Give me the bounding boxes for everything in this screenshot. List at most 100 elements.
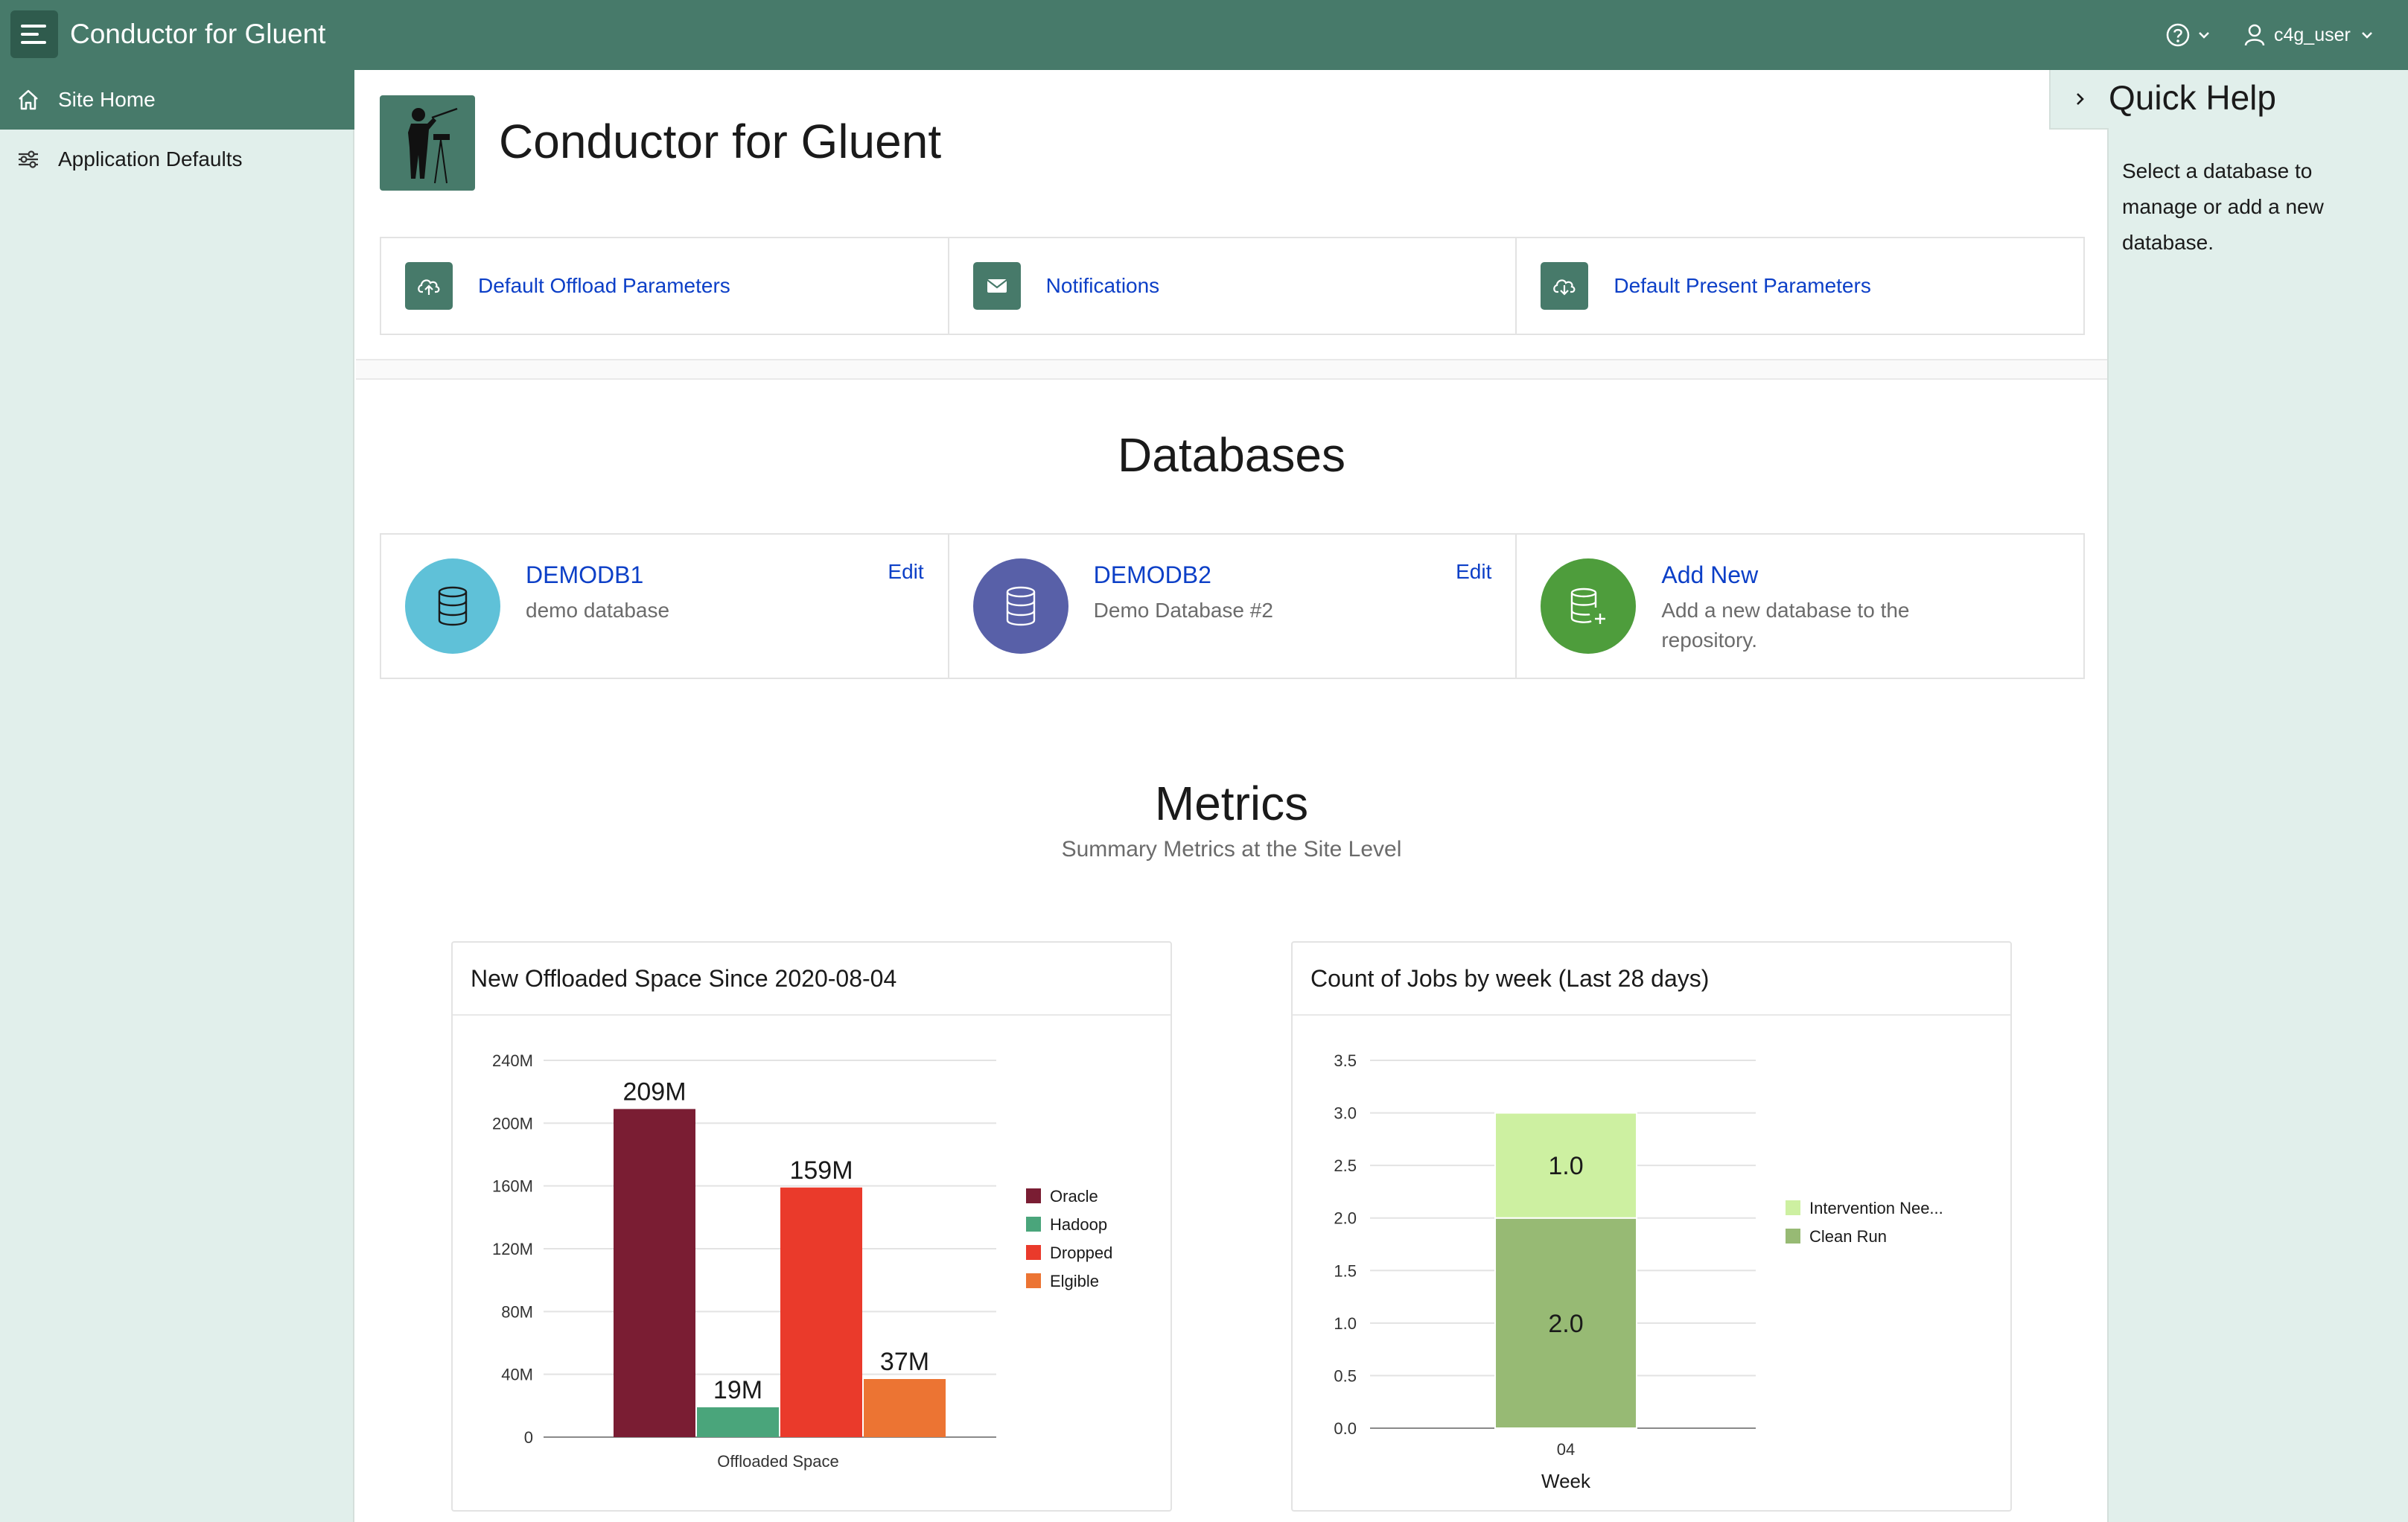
collapse-quick-help-button[interactable]	[2049, 70, 2109, 130]
mail-icon	[972, 262, 1021, 310]
edit-database-link[interactable]: Edit	[1456, 560, 1491, 584]
sidebar-item-label: Site Home	[58, 88, 156, 111]
add-new-database-link[interactable]: Add New	[1661, 561, 1758, 589]
jobs-by-week-chart-card: Count of Jobs by week (Last 28 days) 0.0…	[1291, 941, 2012, 1512]
menu-icon-line	[21, 33, 39, 36]
database-cards: DEMODB1 demo database Edit DEMODB2 Demo …	[380, 533, 2085, 679]
databases-heading: Databases	[1118, 428, 1345, 482]
legend-swatch	[1786, 1229, 1800, 1244]
y-tick-label: 160M	[492, 1177, 533, 1196]
default-present-parameters-link[interactable]: Default Present Parameters	[1517, 238, 2083, 334]
metrics-subtitle: Summary Metrics at the Site Level	[1061, 837, 1402, 862]
sidebar-item-site-home[interactable]: Site Home	[0, 70, 354, 130]
data-label: 2.0	[1548, 1310, 1583, 1338]
y-tick-label: 2.0	[1334, 1209, 1357, 1228]
link-label: Notifications	[1045, 274, 1160, 297]
bar-elgible	[864, 1378, 946, 1437]
top-navigation-bar: Conductor for Gluent c4g_user	[0, 0, 2408, 70]
link-label: Default Present Parameters	[1614, 274, 1871, 297]
page-title: Conductor for Gluent	[499, 115, 942, 168]
y-tick-label: 120M	[492, 1240, 533, 1258]
legend-label: Oracle	[1050, 1187, 1098, 1206]
y-tick-label: 3.5	[1334, 1051, 1357, 1070]
conductor-silhouette-icon	[408, 107, 458, 184]
app-title[interactable]: Conductor for Gluent	[70, 16, 325, 52]
y-tick-label: 200M	[492, 1114, 533, 1133]
legend-label: Intervention Nee...	[1809, 1199, 1943, 1217]
y-tick-label: 3.0	[1334, 1104, 1357, 1123]
legend-label: Clean Run	[1809, 1227, 1887, 1246]
x-axis-label: Week	[1541, 1470, 1591, 1492]
bar-oracle	[614, 1109, 695, 1437]
database-avatar	[972, 558, 1068, 654]
quick-help-panel: Quick Help Select a database to manage o…	[2049, 70, 2408, 1522]
home-icon	[19, 89, 38, 110]
database-description: Add a new database to the repository.	[1661, 599, 1910, 652]
data-label: 209M	[622, 1077, 686, 1106]
chevron-right-icon	[2077, 93, 2084, 105]
user-icon	[2244, 24, 2265, 46]
legend-swatch	[1786, 1200, 1800, 1215]
y-tick-label: 0.0	[1334, 1419, 1357, 1438]
y-tick-label: 2.5	[1334, 1156, 1357, 1175]
database-description: Demo Database #2	[1093, 599, 1273, 622]
help-menu-button[interactable]	[2165, 19, 2211, 51]
notifications-link[interactable]: Notifications	[949, 238, 1517, 334]
quick-help-title: Quick Help	[2109, 78, 2276, 117]
database-name-link[interactable]: DEMODB2	[1094, 561, 1211, 589]
default-offload-parameters-link[interactable]: Default Offload Parameters	[381, 238, 949, 334]
cloud-download-icon	[1541, 262, 1589, 310]
chart-title: Count of Jobs by week (Last 28 days)	[1293, 943, 2010, 1016]
legend-swatch	[1026, 1188, 1041, 1203]
sidebar-item-label: Application Defaults	[58, 147, 243, 171]
y-tick-label: 1.0	[1334, 1314, 1357, 1333]
menu-icon-line	[21, 41, 46, 44]
x-axis-label: Offloaded Space	[717, 1452, 839, 1471]
y-tick-label: 1.5	[1334, 1261, 1357, 1280]
legend-swatch	[1026, 1217, 1041, 1232]
bar-dropped	[780, 1187, 862, 1437]
data-label: 159M	[789, 1156, 853, 1185]
section-divider	[356, 359, 2107, 380]
y-tick-label: 40M	[501, 1366, 533, 1384]
user-menu-button[interactable]: c4g_user	[2244, 19, 2374, 51]
data-label: 1.0	[1548, 1152, 1583, 1180]
legend-swatch	[1026, 1273, 1041, 1288]
quick-links: Default Offload Parameters Notifications…	[380, 237, 2085, 335]
legend-label: Dropped	[1050, 1244, 1112, 1262]
main-content: Conductor for Gluent Default Offload Par…	[356, 70, 2107, 1522]
offloaded-space-chart-card: New Offloaded Space Since 2020-08-04 0 40…	[451, 941, 1172, 1512]
database-card-add-new: Add New Add a new database to the reposi…	[1517, 535, 2083, 678]
cloud-upload-icon	[405, 262, 453, 310]
database-name-link[interactable]: DEMODB1	[526, 561, 643, 589]
bar-hadoop	[697, 1407, 779, 1437]
y-tick-label: 0.5	[1334, 1366, 1357, 1385]
legend-swatch	[1026, 1245, 1041, 1260]
database-description: demo database	[526, 599, 670, 622]
legend-label: Hadoop	[1050, 1215, 1107, 1234]
link-label: Default Offload Parameters	[478, 274, 730, 297]
quick-help-text: Select a database to manage or add a new…	[2122, 159, 2324, 254]
help-icon	[2166, 23, 2190, 47]
database-card-demodb2: DEMODB2 Demo Database #2 Edit	[949, 535, 1517, 678]
database-add-icon	[1571, 588, 1606, 624]
data-label: 37M	[880, 1348, 929, 1376]
user-name: c4g_user	[2274, 24, 2351, 45]
edit-database-link[interactable]: Edit	[888, 560, 923, 584]
database-icon	[1006, 586, 1035, 626]
sliders-icon	[19, 150, 38, 168]
y-tick-label: 80M	[501, 1302, 533, 1321]
sidebar-item-application-defaults[interactable]: Application Defaults	[0, 130, 354, 189]
chevron-down-icon	[2199, 32, 2209, 39]
x-tick-label: 04	[1557, 1440, 1575, 1459]
database-card-demodb1: DEMODB1 demo database Edit	[381, 535, 949, 678]
database-icon	[438, 586, 468, 626]
y-tick-label: 240M	[492, 1051, 533, 1070]
menu-toggle-button[interactable]	[10, 10, 58, 58]
legend-label: Elgible	[1050, 1272, 1099, 1290]
menu-icon	[21, 25, 46, 28]
y-tick-label: 0	[524, 1428, 533, 1447]
conductor-logo	[380, 95, 475, 191]
offloaded-space-chart: 0 40M 80M 120M 160M 200M 240M 209M 19M 159M 37M Off…	[492, 1051, 1112, 1471]
jobs-by-week-chart: 0.0 0.5 1.0 1.5 2.0 2.5 3.0 3.5 2.0 1.0 04 Week Inte…	[1334, 1051, 1943, 1492]
